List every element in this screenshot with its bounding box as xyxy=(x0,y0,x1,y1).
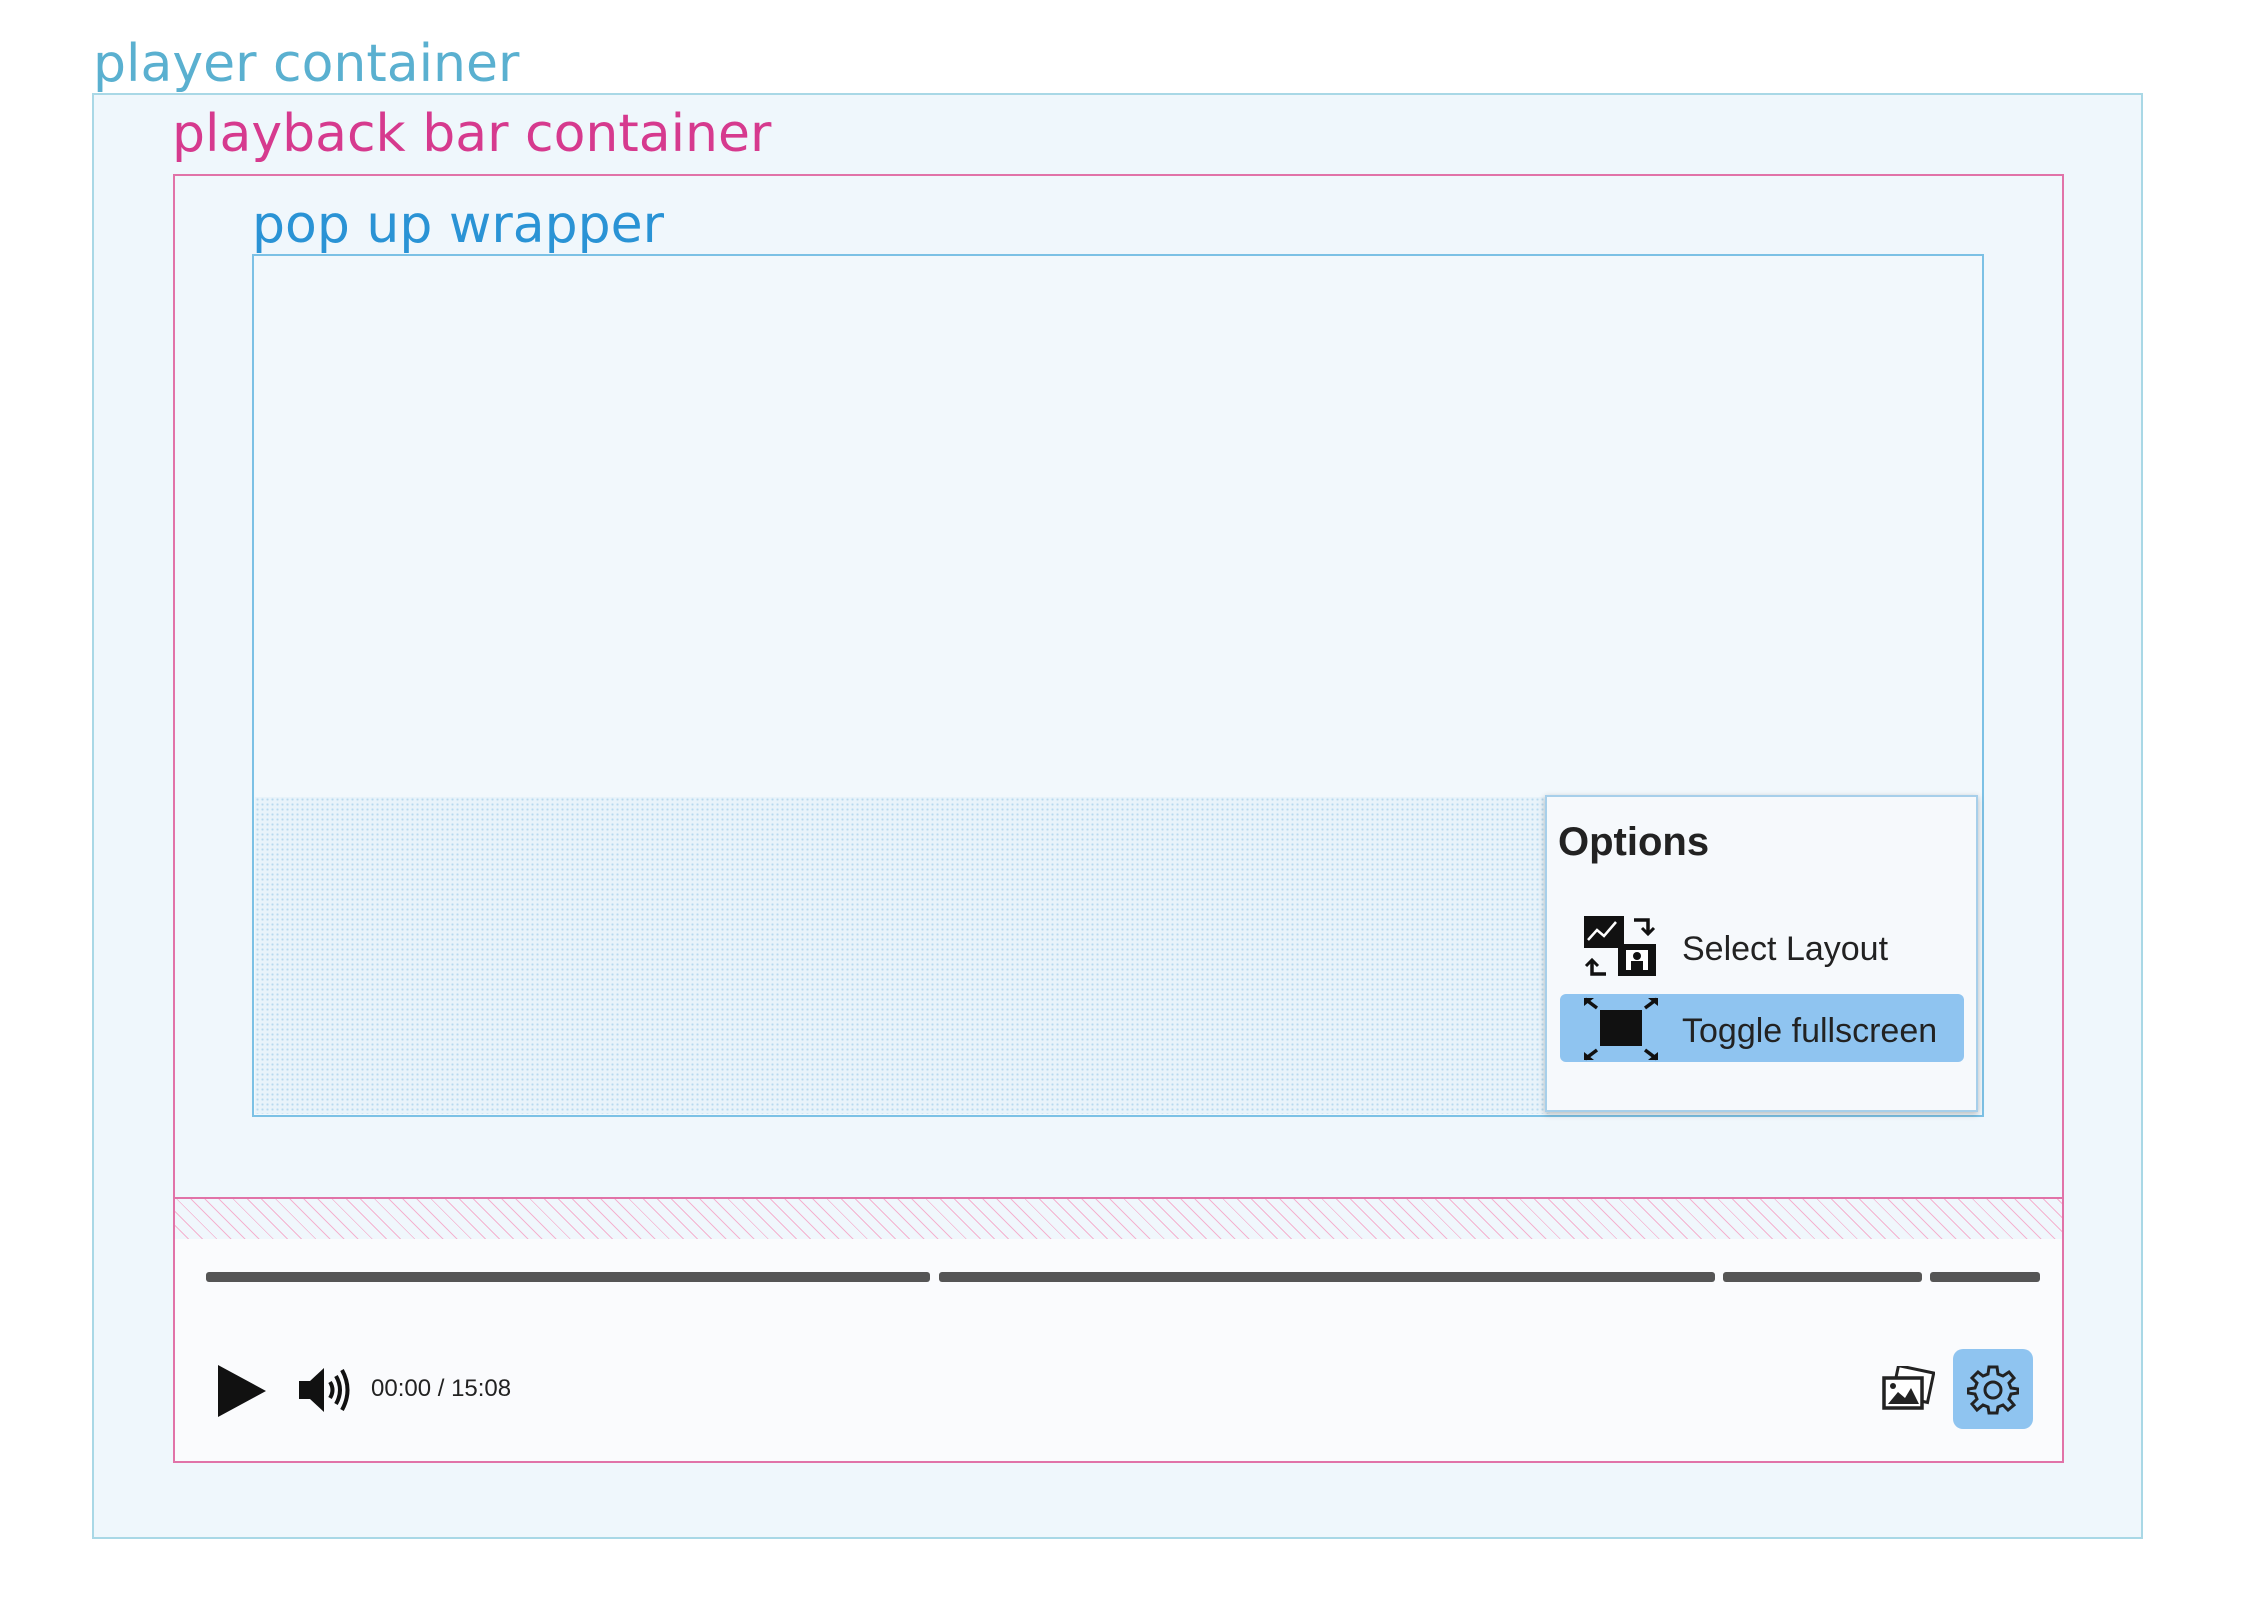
popup-wrapper-shaded-area xyxy=(255,797,1550,1114)
options-menu-title: Options xyxy=(1558,820,1710,864)
player-container-label: player container xyxy=(93,34,520,94)
progress-segment[interactable] xyxy=(1930,1272,2040,1282)
volume-icon xyxy=(299,1368,350,1412)
popup-wrapper-label: pop up wrapper xyxy=(252,195,665,255)
play-button[interactable] xyxy=(210,1358,274,1424)
gallery-button[interactable] xyxy=(1880,1364,1936,1416)
gallery-icon xyxy=(1882,1366,1935,1410)
fullscreen-icon xyxy=(1583,997,1659,1061)
gear-icon xyxy=(1967,1365,2019,1415)
play-icon xyxy=(218,1365,266,1417)
time-display: 00:00 / 15:08 xyxy=(371,1375,512,1402)
menu-item-label: Select Layout xyxy=(1682,930,1889,968)
menu-item-label: Toggle fullscreen xyxy=(1682,1012,1938,1050)
layout-icon xyxy=(1584,916,1656,976)
menu-item-toggle-fullscreen[interactable]: Toggle fullscreen xyxy=(1560,994,1964,1062)
menu-item-select-layout[interactable]: Select Layout xyxy=(1560,912,1964,980)
progress-segment[interactable] xyxy=(939,1272,1715,1282)
volume-button[interactable] xyxy=(296,1362,354,1418)
progress-segment[interactable] xyxy=(1723,1272,1922,1282)
playback-bar-container-label: playback bar container xyxy=(172,104,772,164)
progress-segment[interactable] xyxy=(206,1272,930,1282)
hatched-padding-area xyxy=(175,1197,2062,1241)
settings-button[interactable] xyxy=(1953,1349,2033,1429)
